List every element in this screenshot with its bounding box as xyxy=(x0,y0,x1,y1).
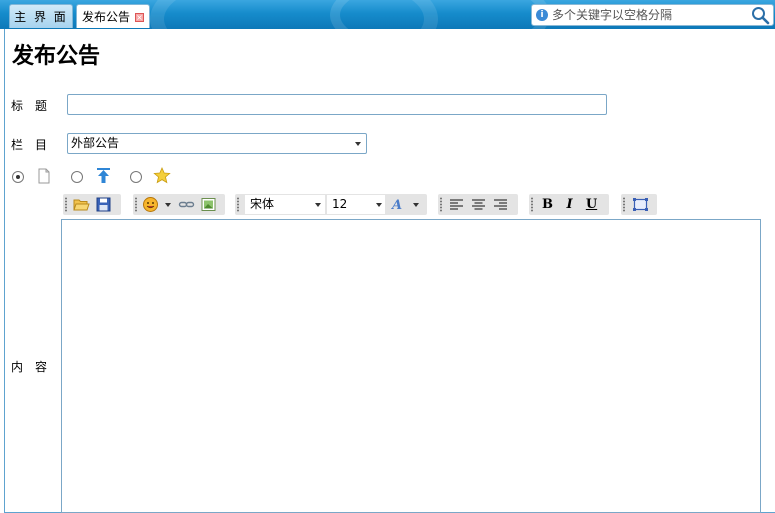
image-icon[interactable] xyxy=(200,196,217,213)
tab-publish-notice[interactable]: 发布公告 × xyxy=(76,4,150,28)
font-size-value: 12 xyxy=(332,197,348,211)
font-family-value: 宋体 xyxy=(250,197,275,211)
search-input[interactable] xyxy=(552,6,747,24)
tab-main-label: 主 界 面 xyxy=(14,10,68,24)
svg-text:A: A xyxy=(390,198,402,213)
tab-publish-notice-label: 发布公告 xyxy=(82,10,131,24)
info-icon: i xyxy=(536,9,548,21)
toolbar-grip[interactable] xyxy=(623,197,625,212)
font-family-select[interactable]: 宋体 xyxy=(245,195,325,214)
toolbar-group-align xyxy=(438,194,518,215)
toolbar-group-file xyxy=(63,194,121,215)
save-icon[interactable] xyxy=(95,196,112,213)
search-box: i xyxy=(531,4,774,26)
close-icon[interactable]: × xyxy=(135,13,144,22)
collapse-arrow-icon[interactable] xyxy=(5,273,9,283)
toolbar-grip[interactable] xyxy=(440,197,442,212)
star-icon xyxy=(153,167,171,184)
post-type-radio-featured[interactable] xyxy=(130,171,142,183)
document-icon xyxy=(38,168,50,184)
post-type-radio-top[interactable] xyxy=(71,171,83,183)
column-select-value: 外部公告 xyxy=(71,136,120,150)
font-color-dropdown-icon[interactable] xyxy=(413,203,419,207)
content-panel: 发布公告 标 题 栏 目 外部公告 宋体 12 A B I U 内 容 xyxy=(4,29,775,513)
title-label: 标 题 xyxy=(11,99,48,113)
fullscreen-icon[interactable] xyxy=(632,196,649,213)
column-label: 栏 目 xyxy=(11,138,48,152)
content-editor[interactable] xyxy=(61,219,761,513)
toolbar-grip[interactable] xyxy=(135,197,137,212)
underline-button[interactable]: U xyxy=(583,196,600,213)
column-select[interactable]: 外部公告 xyxy=(67,133,367,154)
header-decoration xyxy=(330,0,550,29)
open-folder-icon[interactable] xyxy=(73,196,90,213)
content-label: 内 容 xyxy=(11,360,48,374)
font-color-icon[interactable]: A xyxy=(390,196,407,213)
italic-button[interactable]: I xyxy=(561,196,578,213)
emoticon-icon[interactable] xyxy=(142,196,159,213)
toolbar-group-insert xyxy=(133,194,225,215)
post-type-radio-normal[interactable] xyxy=(12,171,24,183)
toolbar-group-font: 宋体 12 A xyxy=(235,194,427,215)
tab-main[interactable]: 主 界 面 xyxy=(9,4,73,28)
chevron-down-icon[interactable] xyxy=(315,203,321,207)
align-center-icon[interactable] xyxy=(470,196,487,213)
toolbar-group-view xyxy=(621,194,657,215)
emoticon-dropdown-icon[interactable] xyxy=(165,203,171,207)
link-icon[interactable] xyxy=(178,196,195,213)
toolbar-grip[interactable] xyxy=(237,197,239,212)
align-right-icon[interactable] xyxy=(492,196,509,213)
toolbar-grip[interactable] xyxy=(65,197,67,212)
top-bar: 主 界 面 发布公告 × i xyxy=(0,0,775,29)
page-title: 发布公告 xyxy=(12,44,101,69)
toolbar-grip[interactable] xyxy=(531,197,533,212)
toolbar-group-format: B I U xyxy=(529,194,609,215)
chevron-down-icon xyxy=(355,142,361,146)
chevron-down-icon[interactable] xyxy=(376,203,382,207)
bold-button[interactable]: B xyxy=(539,196,556,213)
search-icon[interactable] xyxy=(751,6,771,25)
title-input[interactable] xyxy=(67,94,607,115)
pin-top-icon xyxy=(97,168,110,183)
align-left-icon[interactable] xyxy=(448,196,465,213)
